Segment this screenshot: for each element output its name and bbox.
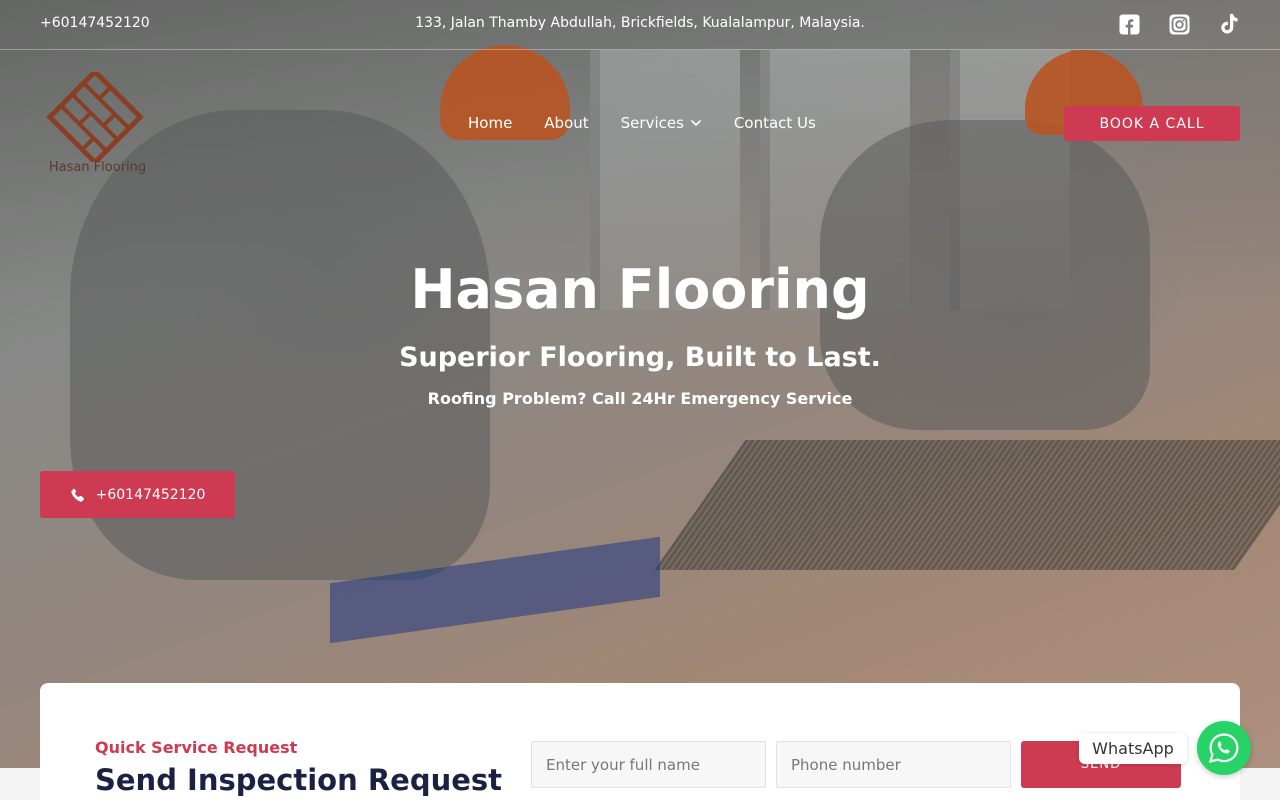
whatsapp-button[interactable] — [1197, 721, 1251, 775]
social-links — [1118, 13, 1240, 35]
logo-text: Hasan Flooring — [48, 160, 147, 175]
tiktok-icon[interactable] — [1218, 13, 1240, 35]
nav-about[interactable]: About — [544, 114, 588, 132]
nav-contact-us[interactable]: Contact Us — [734, 114, 816, 132]
nav-label: Contact Us — [733, 114, 816, 132]
phone-number-input[interactable] — [776, 741, 1011, 788]
form-eyebrow: Quick Service Request — [95, 738, 298, 757]
hero-subtitle: Superior Flooring, Built to Last. — [399, 342, 881, 373]
topbar-address: 133, Jalan Thamby Abdullah, Brickfields,… — [415, 15, 865, 31]
nav-home[interactable]: Home — [468, 114, 512, 132]
instagram-icon[interactable] — [1168, 13, 1190, 35]
site-logo[interactable]: Hasan Flooring — [40, 68, 155, 182]
nav-label: About — [544, 114, 589, 132]
full-name-input[interactable] — [531, 741, 766, 788]
main-nav: Home About Services Contact Us — [468, 114, 816, 132]
whatsapp-label[interactable]: WhatsApp — [1079, 733, 1187, 764]
inspection-request-card: Quick Service Request Send Inspection Re… — [40, 683, 1240, 800]
chevron-down-icon — [690, 119, 701, 127]
hero-title: Hasan Flooring — [410, 258, 870, 321]
logo-mark — [46, 68, 144, 166]
form-title: Send Inspection Request — [95, 763, 503, 797]
hero-tagline: Roofing Problem? Call 24Hr Emergency Ser… — [427, 389, 853, 408]
nav-label: Services — [620, 114, 684, 132]
call-phone-button[interactable]: +60147452120 — [40, 471, 235, 518]
book-a-call-button[interactable]: BOOK A CALL — [1064, 106, 1240, 141]
nav-services[interactable]: Services — [621, 114, 702, 132]
phone-icon — [71, 487, 84, 502]
nav-label: Home — [468, 114, 513, 132]
whatsapp-icon — [1208, 733, 1239, 764]
top-bar: +60147452120 133, Jalan Thamby Abdullah,… — [0, 0, 1280, 50]
call-button-label: +60147452120 — [95, 486, 206, 503]
facebook-icon[interactable] — [1118, 13, 1140, 35]
